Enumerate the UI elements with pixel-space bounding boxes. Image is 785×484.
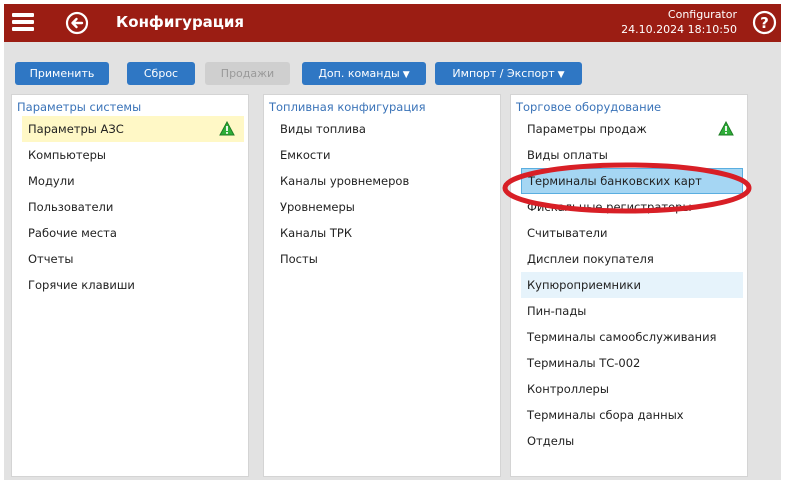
list-item-workplaces[interactable]: Рабочие места <box>22 220 244 246</box>
list-item-customer-displays[interactable]: Дисплеи покупателя <box>521 246 743 272</box>
system-parameters-list: Параметры АЗС Компьютеры Модули Пользова… <box>22 116 244 298</box>
fuel-configuration-list: Виды топлива Емкости Каналы уровнемеров … <box>274 116 496 272</box>
list-item-fuel-types[interactable]: Виды топлива <box>274 116 496 142</box>
caret-down-icon: ▼ <box>402 70 410 80</box>
panel-title: Топливная конфигурация <box>269 100 426 114</box>
list-item-bill-acceptors[interactable]: Купюроприемники <box>521 272 743 298</box>
list-item-dispenser-channels[interactable]: Каналы ТРК <box>274 220 496 246</box>
list-item-label: Параметры продаж <box>527 122 647 136</box>
list-item-reports[interactable]: Отчеты <box>22 246 244 272</box>
list-item-modules[interactable]: Модули <box>22 168 244 194</box>
retail-equipment-list: Параметры продаж Виды оплаты Терминалы б… <box>521 116 743 454</box>
list-item-readers[interactable]: Считыватели <box>521 220 743 246</box>
list-item-computers[interactable]: Компьютеры <box>22 142 244 168</box>
list-item-label: Параметры АЗС <box>28 122 124 136</box>
reset-button[interactable]: Сброс <box>127 62 195 85</box>
panel-fuel-configuration: Топливная конфигурация Виды топлива Емко… <box>263 94 501 477</box>
hamburger-menu-icon[interactable] <box>12 11 36 33</box>
app-window: Конфигурация Configurator 24.10.2024 18:… <box>4 4 781 480</box>
panel-title: Торговое оборудование <box>516 100 662 114</box>
page-title: Конфигурация <box>116 13 245 31</box>
toolbar: Применить Сброс Продажи Доп. команды ▼ Им… <box>4 42 781 90</box>
import-export-label: Импорт / Экспорт <box>452 67 555 80</box>
list-item-hotkeys[interactable]: Горячие клавиши <box>22 272 244 298</box>
title-bar: Конфигурация Configurator 24.10.2024 18:… <box>4 4 781 42</box>
list-item-level-gauges[interactable]: Уровнемеры <box>274 194 496 220</box>
warning-triangle-icon <box>219 121 235 136</box>
user-name: Configurator <box>667 8 737 21</box>
panel-system-parameters: Параметры системы Параметры АЗС Компьюте… <box>11 94 249 477</box>
help-icon[interactable]: ? <box>752 10 777 35</box>
list-item-departments[interactable]: Отделы <box>521 428 743 454</box>
list-item-payment-types[interactable]: Виды оплаты <box>521 142 743 168</box>
sales-button[interactable]: Продажи <box>205 62 290 85</box>
list-item-ts002-terminals[interactable]: Терминалы ТС-002 <box>521 350 743 376</box>
caret-down-icon: ▼ <box>557 70 565 80</box>
session-info: Configurator 24.10.2024 18:10:50 <box>621 7 737 37</box>
list-item-pin-pads[interactable]: Пин-пады <box>521 298 743 324</box>
list-item-self-service-terminals[interactable]: Терминалы самообслуживания <box>521 324 743 350</box>
list-item-station-parameters[interactable]: Параметры АЗС <box>22 116 244 142</box>
list-item-tanks[interactable]: Емкости <box>274 142 496 168</box>
list-item-data-collection-terminals[interactable]: Терминалы сбора данных <box>521 402 743 428</box>
svg-text:?: ? <box>760 14 769 32</box>
list-item-fiscal-registers[interactable]: Фискальные регистраторы <box>521 194 743 220</box>
back-arrow-icon[interactable] <box>65 11 89 35</box>
list-item-sales-parameters[interactable]: Параметры продаж <box>521 116 743 142</box>
import-export-dropdown[interactable]: Импорт / Экспорт ▼ <box>435 62 582 85</box>
list-item-users[interactable]: Пользователи <box>22 194 244 220</box>
panel-retail-equipment: Торговое оборудование Параметры продаж В… <box>510 94 748 477</box>
list-item-posts[interactable]: Посты <box>274 246 496 272</box>
extra-commands-label: Доп. команды <box>318 67 400 80</box>
extra-commands-dropdown[interactable]: Доп. команды ▼ <box>302 62 426 85</box>
apply-button[interactable]: Применить <box>15 62 109 85</box>
warning-triangle-icon <box>718 121 734 136</box>
current-datetime: 24.10.2024 18:10:50 <box>621 23 737 36</box>
list-item-level-gauge-channels[interactable]: Каналы уровнемеров <box>274 168 496 194</box>
panel-title: Параметры системы <box>17 100 142 114</box>
list-item-bank-card-terminals[interactable]: Терминалы банковских карт <box>521 168 743 194</box>
list-item-controllers[interactable]: Контроллеры <box>521 376 743 402</box>
